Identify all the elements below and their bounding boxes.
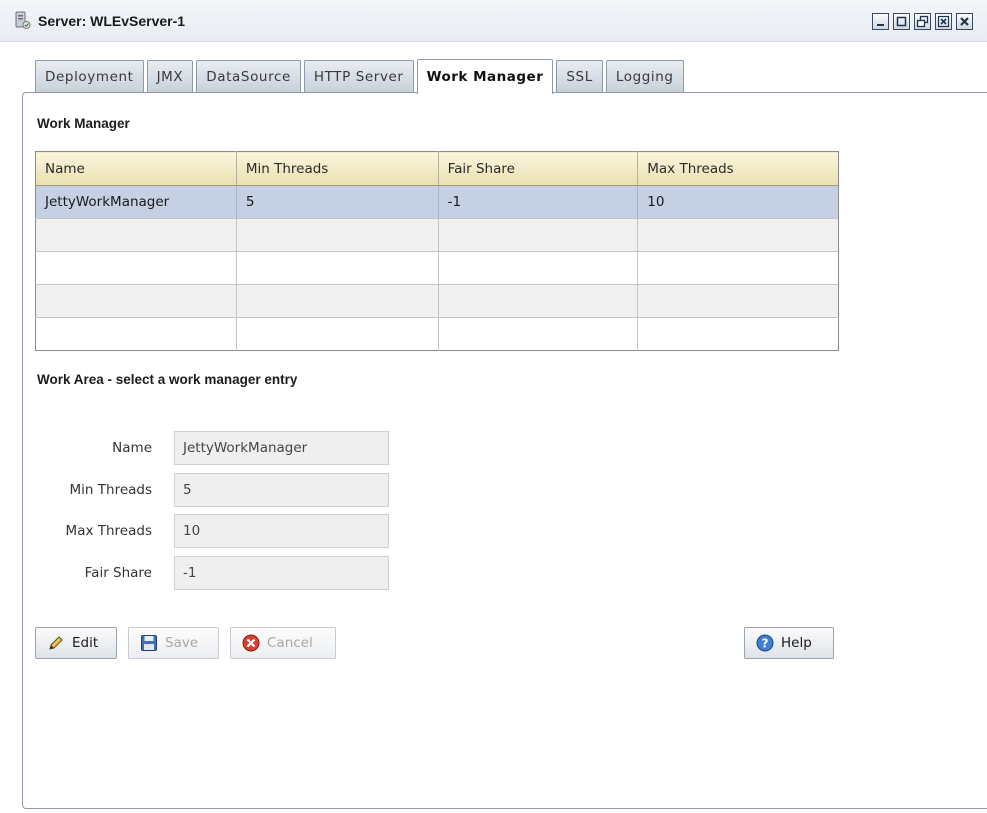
- cell-min-threads: [236, 284, 439, 318]
- tab-ssl[interactable]: SSL: [556, 60, 603, 93]
- field-label-fair-share: Fair Share: [84, 565, 152, 581]
- cell-name: [35, 317, 237, 351]
- cancel-button-label: Cancel: [267, 635, 313, 651]
- window-controls: [872, 13, 973, 30]
- table-row[interactable]: [35, 284, 839, 318]
- save-button-label: Save: [165, 635, 199, 651]
- cell-min-threads: [236, 317, 439, 351]
- tab-jmx[interactable]: JMX: [146, 60, 194, 93]
- cell-max-threads: [637, 218, 839, 252]
- column-header-max-threads[interactable]: Max Threads: [637, 151, 839, 186]
- column-header-min-threads[interactable]: Min Threads: [236, 151, 439, 186]
- cell-min-threads: [236, 218, 439, 252]
- table-header-row: Name Min Threads Fair Share Max Threads: [35, 151, 839, 186]
- floppy-disk-icon: [141, 635, 157, 651]
- cell-name: [35, 284, 237, 318]
- window-title: Server: WLEvServer-1: [38, 13, 186, 29]
- cell-max-threads: [637, 284, 839, 318]
- window-title-bar: Server: WLEvServer-1: [0, 0, 987, 42]
- cell-max-threads: 10: [637, 185, 839, 219]
- cell-fair-share: [438, 317, 639, 351]
- server-icon: [15, 11, 31, 29]
- tab-work-manager[interactable]: Work Manager: [416, 59, 554, 94]
- close-icon[interactable]: [956, 13, 973, 30]
- cell-fair-share: -1: [438, 185, 639, 219]
- name-field[interactable]: JettyWorkManager: [174, 431, 389, 465]
- server-tabs: Deployment JMX DataSource HTTP Server Wo…: [35, 58, 687, 94]
- tab-deployment[interactable]: Deployment: [35, 60, 144, 93]
- cell-name: [35, 218, 237, 252]
- max-threads-field[interactable]: 10: [174, 514, 389, 548]
- tab-http-server[interactable]: HTTP Server: [303, 60, 414, 93]
- cell-max-threads: [637, 317, 839, 351]
- cell-min-threads: [236, 251, 439, 285]
- svg-text:?: ?: [762, 637, 769, 651]
- dock-icon[interactable]: [935, 13, 952, 30]
- section-title-work-area: Work Area - select a work manager entry: [37, 372, 298, 387]
- cell-min-threads: 5: [236, 185, 439, 219]
- help-button[interactable]: ? Help: [744, 627, 834, 659]
- column-header-name[interactable]: Name: [35, 151, 237, 186]
- section-title-work-manager: Work Manager: [37, 116, 130, 131]
- edit-button-label: Edit: [72, 635, 99, 651]
- table-row[interactable]: JettyWorkManager 5 -1 10: [35, 185, 839, 219]
- field-label-name: Name: [112, 440, 152, 456]
- cell-name: JettyWorkManager: [35, 185, 237, 219]
- min-threads-field[interactable]: 5: [174, 473, 389, 507]
- field-label-min-threads: Min Threads: [69, 482, 152, 498]
- fair-share-field[interactable]: -1: [174, 556, 389, 590]
- tab-logging[interactable]: Logging: [605, 60, 684, 93]
- cell-fair-share: [438, 284, 639, 318]
- pencil-icon: [49, 636, 63, 650]
- field-label-max-threads: Max Threads: [65, 523, 152, 539]
- tab-datasource[interactable]: DataSource: [196, 60, 301, 93]
- cancel-button[interactable]: Cancel: [230, 627, 336, 659]
- cell-max-threads: [637, 251, 839, 285]
- minimize-icon[interactable]: [872, 13, 889, 30]
- maximize-icon[interactable]: [893, 13, 910, 30]
- save-button[interactable]: Save: [128, 627, 219, 659]
- work-manager-table: Name Min Threads Fair Share Max Threads …: [35, 151, 839, 351]
- restore-icon[interactable]: [914, 13, 931, 30]
- help-icon: ?: [756, 634, 774, 652]
- cell-name: [35, 251, 237, 285]
- cancel-icon: [242, 634, 260, 652]
- cell-fair-share: [438, 251, 639, 285]
- table-row[interactable]: [35, 317, 839, 351]
- edit-button[interactable]: Edit: [35, 627, 117, 659]
- table-row[interactable]: [35, 218, 839, 252]
- table-row[interactable]: [35, 251, 839, 285]
- cell-fair-share: [438, 218, 639, 252]
- column-header-fair-share[interactable]: Fair Share: [438, 151, 639, 186]
- help-button-label: Help: [781, 635, 812, 651]
